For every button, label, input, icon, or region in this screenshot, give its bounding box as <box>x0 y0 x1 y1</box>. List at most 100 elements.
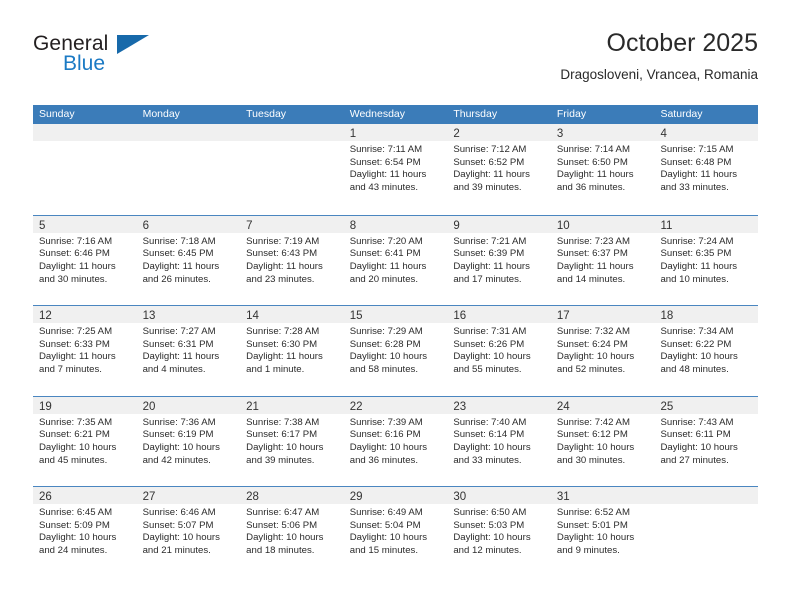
daylight-text: Daylight: 10 hours and 30 minutes. <box>556 441 635 466</box>
day-number-strip: 8 <box>343 215 448 233</box>
calendar-day-cell[interactable]: 14 Sunrise: 7:28 AM Sunset: 6:30 PM Dayligh… <box>240 306 344 396</box>
day-number: 14 <box>246 310 259 322</box>
general-blue-logo[interactable]: General Blue <box>33 32 213 88</box>
calendar-day-cell-empty <box>33 124 137 215</box>
day-number: 24 <box>556 400 570 413</box>
day-number-strip: 13 <box>136 306 241 323</box>
weekday-header-row: Sunday Monday Tuesday Wednesday Thursday Frid… <box>33 105 758 124</box>
sunset-text: Sunset: 6:12 PM <box>556 429 628 441</box>
calendar-day-cell-empty <box>654 487 759 577</box>
calendar-week-row: 12 Sunrise: 7:25 AM Sunset: 6:33 PM Dayligh… <box>33 305 759 396</box>
calendar-day-cell[interactable]: 11 Sunrise: 7:24 AM Sunset: 6:35 PM Dayligh… <box>654 215 759 305</box>
calendar-day-cell[interactable]: 15 Sunrise: 7:29 AM Sunset: 6:28 PM Dayligh… <box>343 306 448 396</box>
calendar-day-cell[interactable]: 5 Sunrise: 7:16 AM Sunset: 6:46 PM Daylight… <box>33 215 137 305</box>
day-number: 20 <box>142 400 156 413</box>
calendar-day-cell[interactable]: 25 Sunrise: 7:43 AM Sunset: 6:11 PM Dayligh… <box>654 396 759 486</box>
daylight-text: Daylight: 10 hours and 27 minutes. <box>660 441 738 466</box>
day-sun-info: Sunrise: 7:21 AM Sunset: 6:39 PM Daylight:… <box>447 233 551 287</box>
calendar-day-cell[interactable]: 16 Sunrise: 7:31 AM Sunset: 6:26 PM Dayligh… <box>447 306 551 396</box>
calendar-day-cell[interactable]: 28 Sunrise: 6:47 AM Sunset: 5:06 PM Dayligh… <box>240 487 344 577</box>
daylight-text: Daylight: 10 hours and 21 minutes. <box>142 532 220 557</box>
day-sun-info: Sunrise: 7:15 AM Sunset: 6:48 PM Daylight:… <box>654 141 758 195</box>
calendar-day-cell[interactable]: 21 Sunrise: 7:38 AM Sunset: 6:17 PM Dayligh… <box>240 396 344 486</box>
sunset-text: Sunset: 6:26 PM <box>453 338 525 350</box>
calendar-day-cell[interactable]: 26 Sunrise: 6:45 AM Sunset: 5:09 PM Dayligh… <box>33 487 137 577</box>
day-sun-info: Sunrise: 6:52 AM Sunset: 5:01 PM Daylight:… <box>551 504 655 558</box>
daylight-text: Daylight: 10 hours and 36 minutes. <box>349 441 428 466</box>
calendar-day-cell[interactable]: 27 Sunrise: 6:46 AM Sunset: 5:07 PM Dayligh… <box>136 487 241 577</box>
sunset-text: Sunset: 6:52 PM <box>453 156 525 168</box>
sunset-text: Sunset: 6:21 PM <box>39 429 110 441</box>
day-sun-info: Sunrise: 6:45 AM Sunset: 5:09 PM Daylight:… <box>33 504 137 558</box>
logo-triangle-icon <box>117 35 149 54</box>
day-number: 15 <box>349 310 363 322</box>
calendar-day-cell[interactable]: 12 Sunrise: 7:25 AM Sunset: 6:33 PM Dayligh… <box>33 306 137 396</box>
day-sun-info: Sunrise: 7:38 AM Sunset: 6:17 PM Daylight:… <box>240 414 344 468</box>
day-sun-info: Sunrise: 7:23 AM Sunset: 6:37 PM Daylight:… <box>551 233 655 287</box>
day-number-strip: 31 <box>550 487 655 504</box>
sunrise-text: Sunrise: 7:11 AM <box>349 144 423 155</box>
day-number-strip <box>33 124 137 141</box>
calendar-day-cell[interactable]: 29 Sunrise: 6:49 AM Sunset: 5:04 PM Dayligh… <box>343 487 448 577</box>
daylight-text: Daylight: 10 hours and 12 minutes. <box>453 532 531 557</box>
day-sun-info: Sunrise: 7:42 AM Sunset: 6:12 PM Daylight:… <box>551 414 655 468</box>
day-number-strip: 9 <box>447 215 551 233</box>
sunset-text: Sunset: 6:37 PM <box>556 248 628 260</box>
sunset-text: Sunset: 5:04 PM <box>349 519 421 531</box>
day-number: 17 <box>556 310 570 322</box>
sunrise-text: Sunrise: 7:16 AM <box>39 235 113 247</box>
sunset-text: Sunset: 5:07 PM <box>142 519 214 531</box>
sunset-text: Sunset: 6:50 PM <box>556 156 628 168</box>
daylight-text: Daylight: 10 hours and 45 minutes. <box>39 441 117 466</box>
daylight-text: Daylight: 10 hours and 9 minutes. <box>556 532 635 557</box>
sunrise-text: Sunrise: 7:42 AM <box>556 416 630 428</box>
day-number: 22 <box>349 400 363 413</box>
sunset-text: Sunset: 6:11 PM <box>660 429 731 441</box>
calendar-day-cell[interactable]: 9 Sunrise: 7:21 AM Sunset: 6:39 PM Daylight… <box>447 215 551 305</box>
day-sun-info: Sunrise: 7:19 AM Sunset: 6:43 PM Daylight:… <box>240 233 344 287</box>
day-number-strip: 30 <box>447 487 551 504</box>
day-number: 28 <box>246 491 259 503</box>
calendar-week-row: 19 Sunrise: 7:35 AM Sunset: 6:21 PM Dayligh… <box>33 395 759 486</box>
day-sun-info: Sunrise: 7:39 AM Sunset: 6:16 PM Daylight:… <box>344 414 448 468</box>
sunrise-text: Sunrise: 7:18 AM <box>142 235 216 247</box>
day-number: 1 <box>349 128 357 140</box>
calendar-day-cell[interactable]: 2 Sunrise: 7:12 AM Sunset: 6:52 PM Daylight… <box>447 124 551 215</box>
calendar-day-cell[interactable]: 23 Sunrise: 7:40 AM Sunset: 6:14 PM Dayligh… <box>447 396 551 486</box>
sunrise-text: Sunrise: 6:45 AM <box>39 507 113 518</box>
calendar-day-cell-empty <box>240 124 344 215</box>
daylight-text: Daylight: 11 hours and 14 minutes. <box>556 260 634 285</box>
calendar-day-cell[interactable]: 18 Sunrise: 7:34 AM Sunset: 6:22 PM Dayligh… <box>654 306 759 396</box>
sunset-text: Sunset: 6:46 PM <box>39 248 110 260</box>
day-number-strip: 19 <box>33 396 137 414</box>
daylight-text: Daylight: 11 hours and 36 minutes. <box>556 169 634 194</box>
page-title: October 2025 <box>606 29 759 57</box>
day-number-strip: 24 <box>550 396 655 414</box>
calendar-day-cell[interactable]: 6 Sunrise: 7:18 AM Sunset: 6:45 PM Daylight… <box>136 215 241 305</box>
calendar-day-cell[interactable]: 3 Sunrise: 7:14 AM Sunset: 6:50 PM Daylight… <box>550 124 655 215</box>
calendar-day-cell[interactable]: 4 Sunrise: 7:15 AM Sunset: 6:48 PM Daylight… <box>654 124 759 215</box>
calendar-day-cell[interactable]: 20 Sunrise: 7:36 AM Sunset: 6:19 PM Dayligh… <box>136 396 241 486</box>
sunset-text: Sunset: 6:45 PM <box>142 248 214 260</box>
calendar-day-cell[interactable]: 30 Sunrise: 6:50 AM Sunset: 5:03 PM Dayligh… <box>447 487 551 577</box>
calendar-day-cell[interactable]: 13 Sunrise: 7:27 AM Sunset: 6:31 PM Dayligh… <box>136 306 241 396</box>
daylight-text: Daylight: 10 hours and 18 minutes. <box>246 532 324 557</box>
day-number-strip: 3 <box>550 124 655 141</box>
weekday-header-tuesday: Tuesday <box>246 108 287 120</box>
day-sun-info: Sunrise: 6:46 AM Sunset: 5:07 PM Daylight:… <box>137 504 241 558</box>
calendar-day-cell[interactable]: 8 Sunrise: 7:20 AM Sunset: 6:41 PM Daylight… <box>343 215 448 305</box>
sunrise-text: Sunrise: 7:20 AM <box>349 235 423 247</box>
day-number-strip: 21 <box>240 396 344 414</box>
calendar-day-cell[interactable]: 7 Sunrise: 7:19 AM Sunset: 6:43 PM Daylight… <box>240 215 344 305</box>
daylight-text: Daylight: 11 hours and 26 minutes. <box>142 260 220 285</box>
calendar-day-cell[interactable]: 24 Sunrise: 7:42 AM Sunset: 6:12 PM Dayligh… <box>550 396 655 486</box>
calendar-day-cell[interactable]: 1 Sunrise: 7:11 AM Sunset: 6:54 PM Daylight… <box>343 124 448 215</box>
calendar-day-cell[interactable]: 22 Sunrise: 7:39 AM Sunset: 6:16 PM Dayligh… <box>343 396 448 486</box>
calendar-day-cell[interactable]: 19 Sunrise: 7:35 AM Sunset: 6:21 PM Dayligh… <box>33 396 137 486</box>
calendar-day-cell[interactable]: 17 Sunrise: 7:32 AM Sunset: 6:24 PM Dayligh… <box>550 306 655 396</box>
day-number: 23 <box>453 400 467 413</box>
calendar-day-cell[interactable]: 10 Sunrise: 7:23 AM Sunset: 6:37 PM Dayligh… <box>550 215 655 305</box>
page-header: General Blue October 2025 Dragosloveni, … <box>33 28 758 96</box>
sunrise-text: Sunrise: 6:49 AM <box>349 507 423 518</box>
calendar-day-cell[interactable]: 31 Sunrise: 6:52 AM Sunset: 5:01 PM Dayligh… <box>550 487 655 577</box>
